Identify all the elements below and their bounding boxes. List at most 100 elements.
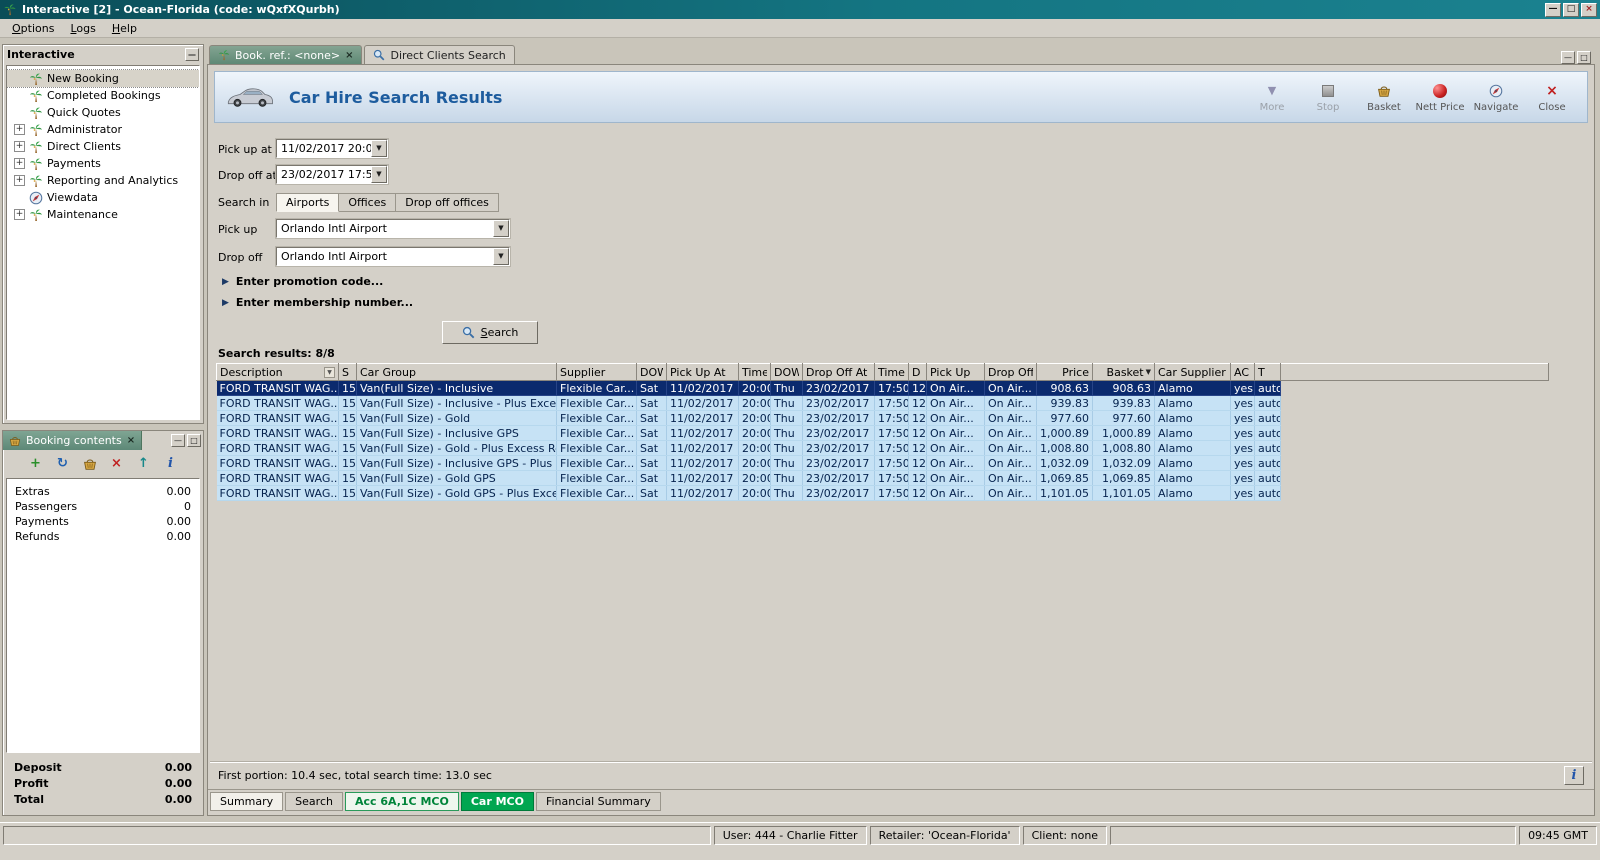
minimize-button[interactable]: — [1545, 2, 1561, 17]
mdi-minimize-button[interactable]: — [1561, 51, 1575, 64]
tab-close-icon[interactable]: × [345, 50, 353, 61]
result-cell: FORD TRANSIT WAG... [216, 395, 339, 411]
expand-icon[interactable]: + [14, 158, 25, 169]
move-up-icon[interactable]: ↑ [136, 456, 152, 472]
result-cell: On Air... [984, 410, 1037, 426]
sidebar-item-payments[interactable]: + Payments [7, 155, 199, 172]
tab-airports[interactable]: Airports [276, 193, 340, 212]
result-row[interactable]: FORD TRANSIT WAG... 15 Van(Full Size) - In… [216, 455, 1549, 471]
panel-collapse-button[interactable]: — [185, 48, 199, 61]
nett-price-button[interactable]: Nett Price [1415, 82, 1465, 113]
result-cell: FORD TRANSIT WAG... [216, 425, 339, 441]
dropdown-arrow-icon[interactable]: ▼ [493, 248, 509, 265]
menu-logs[interactable]: Logs [62, 20, 103, 37]
pickup-location-field[interactable]: Orlando Intl Airport ▼ [275, 218, 511, 239]
col-pickup-loc[interactable]: Pick Up [926, 363, 985, 381]
compass-icon [1489, 82, 1503, 100]
sidebar-item-maintenance[interactable]: + Maintenance [7, 206, 199, 223]
booking-contents-tab[interactable]: Booking contents × [3, 431, 143, 450]
col-basket[interactable]: Basket ▼ [1092, 363, 1155, 381]
info-icon[interactable]: i [163, 456, 179, 472]
sheet-tab-search[interactable]: Search [285, 792, 343, 811]
result-row[interactable]: FORD TRANSIT WAG... 15 Van(Full Size) - In… [216, 425, 1549, 441]
col-dow-pickup[interactable]: DOW [636, 363, 667, 381]
col-description[interactable]: Description ▼ [216, 363, 339, 381]
col-car-supplier[interactable]: Car Supplier [1154, 363, 1231, 381]
delete-icon[interactable]: × [109, 456, 125, 472]
mdi-restore-button[interactable]: □ [1577, 51, 1591, 64]
booking-row-payments[interactable]: Payments 0.00 [7, 514, 199, 529]
tab-offices[interactable]: Offices [339, 193, 397, 212]
promotion-code-expander[interactable]: ▶ Enter promotion code... [222, 275, 383, 288]
booking-row-refunds[interactable]: Refunds 0.00 [7, 529, 199, 544]
col-dow-dropoff[interactable]: DOW [770, 363, 803, 381]
sidebar-item-reporting-and-analytics[interactable]: + Reporting and Analytics [7, 172, 199, 189]
maximize-button[interactable]: □ [1563, 2, 1579, 17]
result-row[interactable]: FORD TRANSIT WAG... 15 Van(Full Size) - Go… [216, 440, 1549, 456]
panel-minimize-button[interactable]: — [171, 434, 185, 447]
col-time-dropoff[interactable]: Time [874, 363, 909, 381]
result-row[interactable]: FORD TRANSIT WAG... 15 Van(Full Size) - In… [216, 395, 1549, 411]
result-row[interactable]: FORD TRANSIT WAG... 15 Van(Full Size) - Go… [216, 410, 1549, 426]
col-pickup-at[interactable]: Pick Up At [666, 363, 739, 381]
col-supplier[interactable]: Supplier [556, 363, 637, 381]
expand-icon[interactable]: + [14, 209, 25, 220]
sidebar-item-new-booking[interactable]: New Booking [7, 69, 199, 88]
col-s[interactable]: S [338, 363, 357, 381]
expand-icon[interactable]: + [14, 124, 25, 135]
membership-number-expander[interactable]: ▶ Enter membership number... [222, 296, 413, 309]
booking-row-passengers[interactable]: Passengers 0 [7, 499, 199, 514]
tab-drop-off-offices[interactable]: Drop off offices [396, 193, 499, 212]
result-cell: Alamo [1154, 455, 1231, 471]
panel-restore-button[interactable]: □ [187, 434, 201, 447]
filter-icon[interactable]: ▼ [324, 366, 335, 378]
pickup-at-field[interactable]: 11/02/2017 20:00 ▼ [275, 138, 389, 159]
dropdown-arrow-icon[interactable]: ▼ [371, 166, 387, 183]
col-car-group[interactable]: Car Group [356, 363, 557, 381]
close-button[interactable]: × [1581, 2, 1597, 17]
sheet-tab-summary[interactable]: Summary [210, 792, 284, 811]
navigate-button[interactable]: Navigate [1471, 82, 1521, 113]
col-t[interactable]: T [1254, 363, 1281, 381]
dropoff-at-field[interactable]: 23/02/2017 17:50 ▼ [275, 164, 389, 185]
result-row[interactable]: FORD TRANSIT WAG... 15 Van(Full Size) - In… [216, 380, 1549, 396]
result-cell: On Air... [984, 425, 1037, 441]
basket-button[interactable]: Basket [1359, 82, 1409, 113]
close-view-button[interactable]: × Close [1527, 82, 1577, 113]
send-to-basket-icon[interactable] [82, 456, 98, 472]
row-filler [1281, 396, 1549, 411]
tab-booking-ref[interactable]: Book. ref.: <none> × [209, 45, 363, 64]
menu-help[interactable]: Help [104, 20, 145, 37]
sidebar-item-administrator[interactable]: + Administrator [7, 121, 199, 138]
dropdown-arrow-icon[interactable]: ▼ [493, 220, 509, 237]
window-title: Interactive [2] - Ocean-Florida (code: w… [22, 3, 340, 16]
sidebar-item-direct-clients[interactable]: + Direct Clients [7, 138, 199, 155]
tab-close-icon[interactable]: × [127, 435, 135, 446]
dropdown-arrow-icon[interactable]: ▼ [371, 140, 387, 157]
dropoff-location-field[interactable]: Orlando Intl Airport ▼ [275, 246, 511, 267]
result-row[interactable]: FORD TRANSIT WAG... 15 Van(Full Size) - Go… [216, 470, 1549, 486]
info-button[interactable]: i [1564, 766, 1584, 785]
expand-icon[interactable]: + [14, 141, 25, 152]
refresh-icon[interactable]: ↻ [55, 456, 71, 472]
result-cell: 17:50 [874, 395, 909, 411]
menu-options[interactable]: Options [4, 20, 62, 37]
search-button[interactable]: Search [442, 321, 538, 344]
tab-direct-clients-search[interactable]: Direct Clients Search [364, 45, 515, 64]
col-ac[interactable]: AC [1230, 363, 1255, 381]
sheet-tab-car-mco[interactable]: Car MCO [460, 792, 534, 811]
result-row[interactable]: FORD TRANSIT WAG... 15 Van(Full Size) - Go… [216, 485, 1549, 501]
add-icon[interactable]: + [28, 456, 44, 472]
sidebar-item-viewdata[interactable]: Viewdata [7, 189, 199, 206]
booking-row-extras[interactable]: Extras 0.00 [7, 484, 199, 499]
expand-icon[interactable]: + [14, 175, 25, 186]
sheet-tab-financial-summary[interactable]: Financial Summary [535, 792, 661, 811]
col-dropoff-loc[interactable]: Drop Off [984, 363, 1037, 381]
col-dropoff-at[interactable]: Drop Off At [802, 363, 875, 381]
col-time-pickup[interactable]: Time [738, 363, 771, 381]
sheet-tab-acc-mco[interactable]: Acc 6A,1C MCO [344, 792, 459, 811]
sidebar-item-quick-quotes[interactable]: Quick Quotes [7, 104, 199, 121]
col-d[interactable]: D [908, 363, 927, 381]
col-price[interactable]: Price [1036, 363, 1093, 381]
sidebar-item-completed-bookings[interactable]: Completed Bookings [7, 87, 199, 104]
